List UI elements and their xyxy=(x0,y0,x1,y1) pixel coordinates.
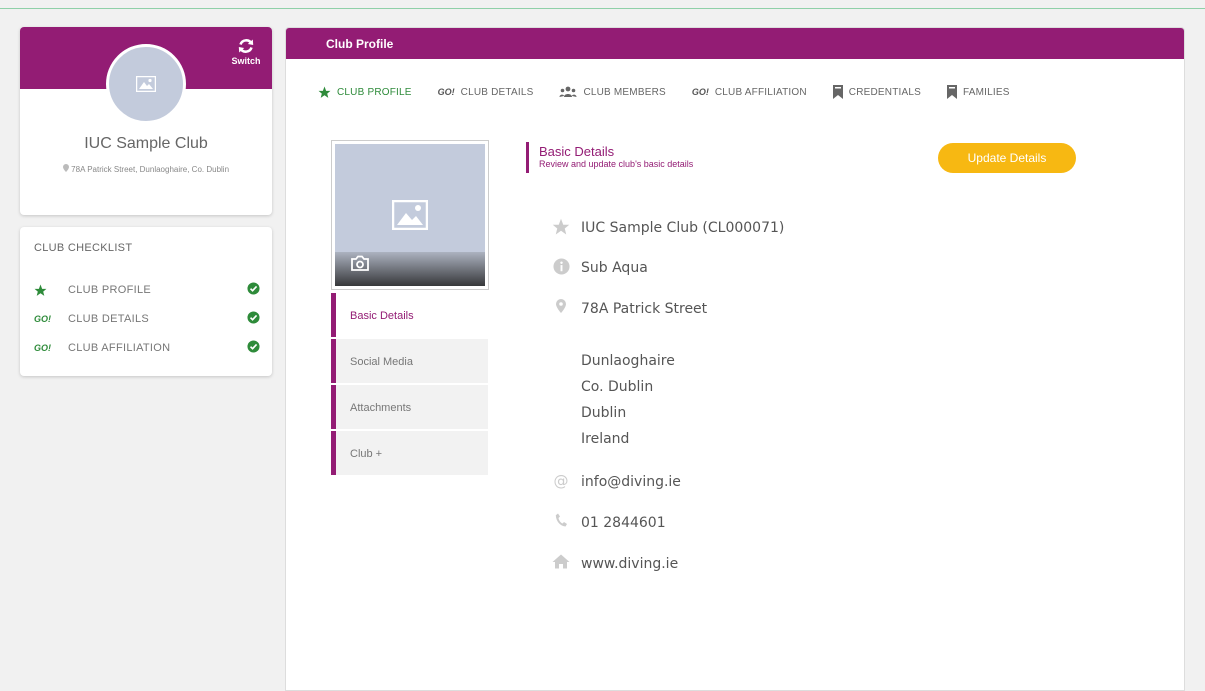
image-placeholder-icon xyxy=(136,76,156,92)
star-icon xyxy=(318,86,331,99)
club-type: Sub Aqua xyxy=(581,260,648,276)
detail-phone: 01 2844601 xyxy=(541,510,666,536)
address-line-1: 78A Patrick Street xyxy=(581,301,708,317)
details-side-menu: Basic Details Social Media Attachments C… xyxy=(331,293,488,477)
detail-club-name: IUC Sample Club (CL000071) xyxy=(541,215,784,241)
tab-club-members[interactable]: CLUB MEMBERS xyxy=(559,86,666,98)
go-icon: GO! xyxy=(34,343,68,353)
detail-website: www.diving.ie xyxy=(541,551,678,577)
map-pin-icon xyxy=(541,296,581,313)
tab-label: CLUB AFFILIATION xyxy=(714,86,807,98)
phone-value: 01 2844601 xyxy=(581,515,666,531)
club-photo[interactable] xyxy=(331,140,489,290)
bookmark-icon xyxy=(947,85,958,99)
map-pin-icon xyxy=(62,164,69,172)
go-icon-text: GO! xyxy=(691,87,709,97)
tab-label: CLUB DETAILS xyxy=(460,86,534,98)
checklist-title: CLUB CHECKLIST xyxy=(34,242,133,254)
bookmark-icon xyxy=(832,85,843,99)
address-spacer xyxy=(581,322,707,348)
tab-label: CLUB PROFILE xyxy=(337,86,412,98)
switch-label: Switch xyxy=(231,56,261,66)
club-address: 78A Patrick Street, Dunlaoghaire, Co. Du… xyxy=(50,164,242,176)
checklist-item-club-details[interactable]: GO! CLUB DETAILS xyxy=(34,310,260,328)
tab-label: CREDENTIALS xyxy=(848,86,922,98)
switch-button[interactable]: Switch xyxy=(228,37,264,66)
website-value[interactable]: www.diving.ie xyxy=(581,551,678,577)
tab-club-details[interactable]: GO! CLUB DETAILS xyxy=(438,87,534,98)
camera-icon[interactable] xyxy=(350,255,370,276)
refresh-icon xyxy=(238,39,254,53)
tab-credentials[interactable]: CREDENTIALS xyxy=(832,85,922,99)
info-icon xyxy=(541,255,581,275)
detail-address: 78A Patrick Street Dunlaoghaire Co. Dubl… xyxy=(541,296,707,452)
tab-bar: CLUB PROFILE GO! CLUB DETAILS CLUB MEMBE… xyxy=(318,83,1036,101)
go-icon: GO! xyxy=(34,314,68,324)
phone-icon xyxy=(541,510,581,527)
club-address-text: 78A Patrick Street, Dunlaoghaire, Co. Du… xyxy=(71,165,230,174)
checklist-item-club-profile[interactable]: CLUB PROFILE xyxy=(34,281,260,299)
go-icon-text: GO! xyxy=(34,314,51,324)
tab-families[interactable]: FAMILIES xyxy=(947,85,1010,99)
checklist-item-label: CLUB AFFILIATION xyxy=(68,342,171,354)
top-divider xyxy=(0,8,1205,9)
go-icon: GO! xyxy=(692,87,709,97)
club-avatar[interactable] xyxy=(106,44,186,124)
section-subtitle: Review and update club's basic details xyxy=(539,159,694,169)
email-value[interactable]: info@diving.ie xyxy=(581,469,681,495)
check-circle-icon xyxy=(247,311,260,327)
menu-social-media[interactable]: Social Media xyxy=(331,339,488,383)
club-name: IUC Sample Club xyxy=(84,135,208,152)
tab-club-profile[interactable]: CLUB PROFILE xyxy=(318,86,412,99)
go-icon-text: GO! xyxy=(437,87,455,97)
tab-club-affiliation[interactable]: GO! CLUB AFFILIATION xyxy=(692,87,807,98)
club-name-code: IUC Sample Club (CL000071) xyxy=(581,220,785,236)
members-icon xyxy=(559,86,577,98)
address-block: 78A Patrick Street Dunlaoghaire Co. Dubl… xyxy=(581,296,707,452)
address-line-3: Co. Dublin xyxy=(581,379,654,395)
go-icon-text: GO! xyxy=(34,343,51,353)
home-icon xyxy=(541,551,581,569)
at-icon: @ xyxy=(553,472,569,490)
checklist-item-label: CLUB PROFILE xyxy=(68,284,152,296)
section-header: Basic Details Review and update club's b… xyxy=(526,142,693,173)
detail-club-type: Sub Aqua xyxy=(541,255,648,281)
check-circle-icon xyxy=(247,282,260,298)
star-icon xyxy=(34,284,68,297)
detail-email: @ info@diving.ie xyxy=(541,469,681,495)
star-icon xyxy=(541,215,581,236)
menu-club-plus[interactable]: Club + xyxy=(331,431,488,475)
go-icon: GO! xyxy=(438,87,455,97)
section-title: Basic Details xyxy=(539,144,615,159)
update-details-button[interactable]: Update Details xyxy=(938,143,1076,173)
checklist-item-label: CLUB DETAILS xyxy=(68,313,150,325)
image-placeholder-icon xyxy=(392,200,428,230)
address-line-5: Ireland xyxy=(581,431,630,447)
panel-title: Club Profile xyxy=(286,28,1184,59)
menu-attachments[interactable]: Attachments xyxy=(331,385,488,429)
menu-basic-details[interactable]: Basic Details xyxy=(331,293,488,337)
check-circle-icon xyxy=(247,340,260,356)
address-line-2: Dunlaoghaire xyxy=(581,353,675,369)
checklist-item-club-affiliation[interactable]: GO! CLUB AFFILIATION xyxy=(34,339,260,357)
tab-label: CLUB MEMBERS xyxy=(583,86,666,98)
address-line-4: Dublin xyxy=(581,405,627,421)
tab-label: FAMILIES xyxy=(963,86,1010,98)
club-checklist-card: CLUB CHECKLIST CLUB PROFILE GO! CLUB DET… xyxy=(20,227,272,376)
main-panel: Club Profile CLUB PROFILE GO! CLUB DETAI… xyxy=(285,27,1185,691)
club-profile-card: Switch IUC Sample Club 78A Patrick Stree… xyxy=(20,27,272,215)
